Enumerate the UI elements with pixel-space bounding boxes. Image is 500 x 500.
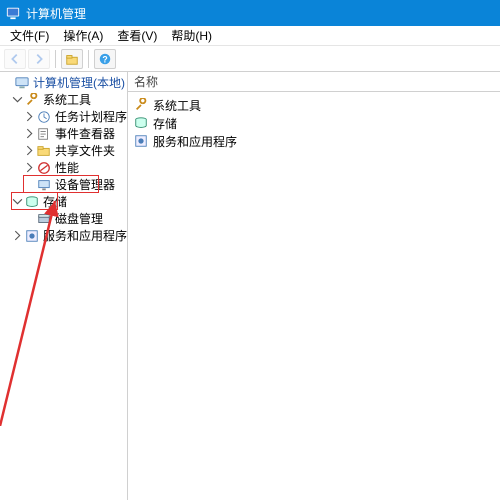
twisty-expanded-icon[interactable] [12,196,23,207]
toolbar-back-button[interactable] [4,49,26,69]
tree-shared-folders-label: 共享文件夹 [53,142,117,159]
svg-text:?: ? [102,54,107,64]
services-icon [25,229,39,243]
twisty-collapsed-icon[interactable] [12,230,23,241]
toolbar-separator [88,50,89,68]
twisty-collapsed-icon[interactable] [24,145,35,156]
tree-disk-management-label: 磁盘管理 [53,210,105,227]
app-icon [6,6,20,20]
menu-help[interactable]: 帮助(H) [165,26,218,45]
tree-shared-folders[interactable]: 共享文件夹 [0,142,127,159]
twisty-collapsed-icon[interactable] [24,162,35,173]
event-icon [37,127,51,141]
list-column-header[interactable]: 名称 [128,72,500,92]
tools-icon [25,93,39,107]
window-title: 计算机管理 [26,5,86,22]
menu-action[interactable]: 操作(A) [57,26,109,45]
toolbar: ? [0,46,500,72]
list-item[interactable]: 服务和应用程序 [128,132,500,150]
performance-icon [37,161,51,175]
list-item[interactable]: 系统工具 [128,96,500,114]
tree-device-manager-label: 设备管理器 [53,176,117,193]
twisty-collapsed-icon[interactable] [24,111,35,122]
tree-pane: 计算机管理(本地) 系统工具 [0,72,128,500]
tree-system-tools[interactable]: 系统工具 [0,91,127,108]
tree-system-tools-label: 系统工具 [41,91,93,108]
list-pane: 名称 系统工具 存储 服务和应用程序 [128,72,500,500]
window-titlebar: 计算机管理 [0,0,500,26]
storage-icon [25,195,39,209]
list-item[interactable]: 存储 [128,114,500,132]
list-body: 系统工具 存储 服务和应用程序 [128,92,500,154]
folder-icon [37,144,51,158]
tree: 计算机管理(本地) 系统工具 [0,74,127,244]
tree-services-apps-label: 服务和应用程序 [41,227,128,244]
list-item-label: 系统工具 [153,97,201,114]
services-icon [134,134,148,148]
toolbar-forward-button[interactable] [28,49,50,69]
toolbar-up-button[interactable] [61,49,83,69]
device-manager-icon [37,178,51,192]
tools-icon [134,98,148,112]
disk-icon [37,212,51,226]
storage-icon [134,116,148,130]
menubar: 文件(F) 操作(A) 查看(V) 帮助(H) [0,26,500,46]
tree-device-manager[interactable]: 设备管理器 [0,176,127,193]
toolbar-separator [55,50,56,68]
tree-services-apps[interactable]: 服务和应用程序 [0,227,127,244]
twisty-collapsed-icon[interactable] [24,128,35,139]
tree-storage[interactable]: 存储 [0,193,127,210]
tree-task-scheduler-label: 任务计划程序 [53,108,128,125]
tree-storage-label: 存储 [41,193,69,210]
tree-root-label: 计算机管理(本地) [31,74,127,91]
computer-icon [15,76,29,90]
tree-disk-management[interactable]: 磁盘管理 [0,210,127,227]
list-item-label: 存储 [153,115,177,132]
list-item-label: 服务和应用程序 [153,133,237,150]
tree-event-viewer-label: 事件查看器 [53,125,117,142]
tree-task-scheduler[interactable]: 任务计划程序 [0,108,127,125]
tree-root[interactable]: 计算机管理(本地) [0,74,127,91]
tree-performance-label: 性能 [53,159,81,176]
twisty-expanded-icon[interactable] [12,94,23,105]
clock-icon [37,110,51,124]
menu-view[interactable]: 查看(V) [111,26,163,45]
toolbar-help-button[interactable]: ? [94,49,116,69]
tree-event-viewer[interactable]: 事件查看器 [0,125,127,142]
menu-file[interactable]: 文件(F) [4,26,55,45]
tree-performance[interactable]: 性能 [0,159,127,176]
